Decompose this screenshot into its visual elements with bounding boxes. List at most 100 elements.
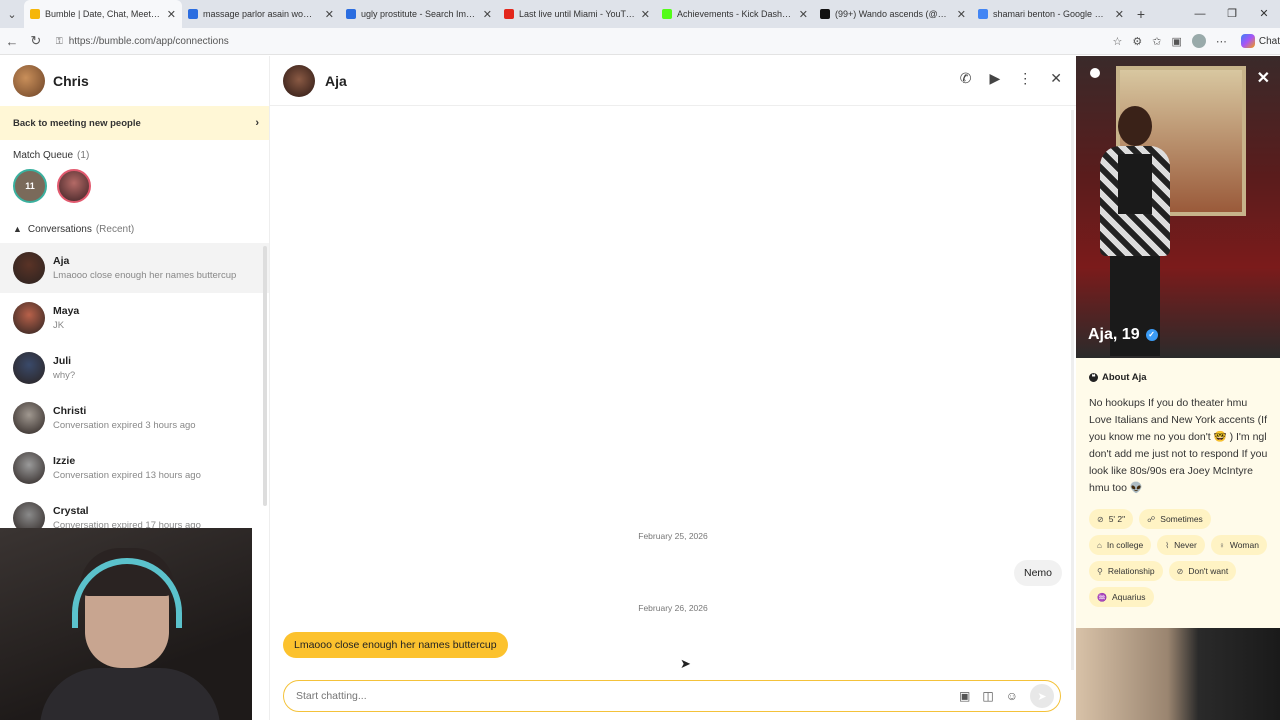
profile-name-age: Aja, 19 ✓ [1088,326,1158,344]
message-input-wrap: ▣ ◫ ☺ ➤ [283,680,1061,712]
profile-photo-2[interactable] [1076,628,1280,720]
about-section: ❝ About Aja No hookups If you do theater… [1076,358,1280,607]
extensions-icon[interactable]: ⚙ [1132,35,1142,48]
tab-close-icon[interactable]: ✕ [641,8,650,21]
browser-tab[interactable]: shamari benton - Google Search ✕ [972,0,1130,28]
conversation-item[interactable]: Juli why? [0,343,269,393]
conversation-item[interactable]: Aja Lmaooo close enough her names butterc… [0,243,269,293]
avatar [13,65,45,97]
send-button[interactable]: ➤ [1030,684,1054,708]
person-figure [1100,106,1170,356]
video-icon[interactable]: ▶ [989,70,1000,87]
match-queue-count: (1) [77,150,90,161]
reload-icon[interactable]: ↻ [24,33,48,49]
favorites-icon[interactable]: ✩ [1152,35,1161,48]
favorite-star-icon[interactable]: ☆ [1113,35,1123,48]
new-tab-button[interactable]: + [1130,6,1152,22]
conversation-list: Aja Lmaooo close enough her names butterc… [0,243,269,543]
sidebar-scrollbar[interactable] [263,246,267,506]
tab-close-icon[interactable]: ✕ [957,8,966,21]
copilot-icon [1240,34,1255,48]
conversation-name: Maya [53,305,80,317]
search-icon: ⚲ [1097,566,1103,576]
profile-chip: ⊘ 5' 2" [1089,509,1134,529]
profile-chip: ⌇ Never [1157,535,1205,555]
restore-icon[interactable]: ❐ [1216,0,1248,28]
more-icon[interactable]: ⋯ [1216,35,1227,48]
conversation-name: Crystal [53,505,89,517]
chat-scrollbar[interactable] [1071,110,1074,670]
tab-title: massage parlor asain woman - Se [203,9,319,19]
browser-tab[interactable]: (99+) Wando ascends (@wandoas ✕ [814,0,972,28]
tab-favicon-icon [30,9,40,19]
date-separator: February 25, 2026 [638,531,708,541]
url-text: https://bumble.com/app/connections [68,35,229,47]
phone-icon[interactable]: ✆ [960,70,972,87]
browser-tab[interactable]: Achievements - Kick Dashboard ✕ [656,0,814,28]
education-icon: ⌂ [1097,540,1102,550]
photo-tag-icon [1090,68,1100,78]
copilot-button[interactable]: Chat [1240,34,1280,48]
profile-photo[interactable]: ✕ Aja, 19 ✓ [1076,56,1280,358]
browser-tab[interactable]: ugly prostitute - Search Images ✕ [340,0,498,28]
collections-icon[interactable]: ▣ [1171,35,1181,48]
conversations-header[interactable]: ▲ Conversations (Recent) [0,219,269,239]
my-message-bubble: Nemo [1013,560,1062,586]
image-icon[interactable]: ▣ [959,689,970,703]
conversation-name: Aja [53,255,70,267]
browser-tab[interactable]: Bumble | Date, Chat, Meet New Pe ✕ [24,0,182,28]
match-queue-more[interactable]: 11 [13,169,47,203]
kids-icon: ⊘ [1176,566,1184,576]
close-window-icon[interactable]: ✕ [1248,0,1280,28]
my-profile[interactable]: Chris [0,56,269,106]
tab-list-icon[interactable]: ⌄ [0,0,24,28]
match-queue-avatar[interactable] [57,169,91,203]
gif-icon[interactable]: ◫ [982,689,993,703]
tab-close-icon[interactable]: ✕ [483,8,492,21]
tab-close-icon[interactable]: ✕ [167,8,176,21]
browser-tab-bar: ⌄ Bumble | Date, Chat, Meet New Pe✕massa… [0,0,1280,28]
avatar[interactable] [283,64,315,97]
conversation-name: Juli [53,355,72,367]
more-options-icon[interactable]: ⋮ [1018,70,1032,87]
back-to-meeting-button[interactable]: Back to meeting new people › [0,106,269,140]
tab-favicon-icon [662,9,672,19]
browser-tab[interactable]: Last live until Miami - YouTube ✕ [498,0,656,28]
minimize-icon[interactable]: — [1184,0,1216,28]
message-input[interactable] [296,690,960,702]
back-icon[interactable]: ← [0,34,24,49]
ruler-icon: ⊘ [1097,514,1104,524]
browser-tab[interactable]: massage parlor asain woman - Se ✕ [182,0,340,28]
conversation-name: Izzie [53,455,76,467]
tab-favicon-icon [820,9,830,19]
address-bar: ← ↻ ⚿ https://bumble.com/app/connections… [0,28,1280,55]
profile-avatar[interactable] [1191,34,1206,48]
close-icon[interactable]: ✕ [1050,70,1062,87]
conversation-item[interactable]: Maya JK [0,293,269,343]
chat-panel: Aja ✆ ▶ ⋮ ✕ February 25, 2026 Nemo Febru… [270,56,1076,720]
close-profile-icon[interactable]: ✕ [1257,68,1270,88]
back-to-meeting-label: Back to meeting new people [13,117,141,129]
tab-close-icon[interactable]: ✕ [799,8,808,21]
url-field[interactable]: ⚿ https://bumble.com/app/connections [56,36,1113,47]
about-title-text: About Aja [1102,372,1147,383]
chat-partner-name: Aja [325,72,347,89]
chip-label: 5' 2" [1108,514,1126,524]
emoji-icon[interactable]: ☺ [1006,689,1018,703]
chat-header: Aja ✆ ▶ ⋮ ✕ [270,56,1076,106]
conversation-item[interactable]: Christi Conversation expired 3 hours ago [0,393,269,443]
conversation-item[interactable]: Izzie Conversation expired 13 hours ago [0,443,269,493]
chip-label: Aquarius [1111,592,1146,602]
chevron-right-icon: › [255,117,259,129]
tab-favicon-icon [188,9,198,19]
date-separator: February 26, 2026 [638,603,708,613]
site-info-icon[interactable]: ⚿ [56,36,63,47]
avatar [13,352,45,384]
tab-title: ugly prostitute - Search Images [361,9,477,19]
tab-close-icon[interactable]: ✕ [325,8,334,21]
profile-panel: ✕ Aja, 19 ✓ ❝ About Aja No hookups If yo… [1076,56,1280,720]
tab-close-icon[interactable]: ✕ [1115,8,1124,21]
match-queue: 11 [0,161,269,211]
smoking-icon: ⌇ [1165,540,1170,550]
tab-title: Last live until Miami - YouTube [519,9,635,19]
